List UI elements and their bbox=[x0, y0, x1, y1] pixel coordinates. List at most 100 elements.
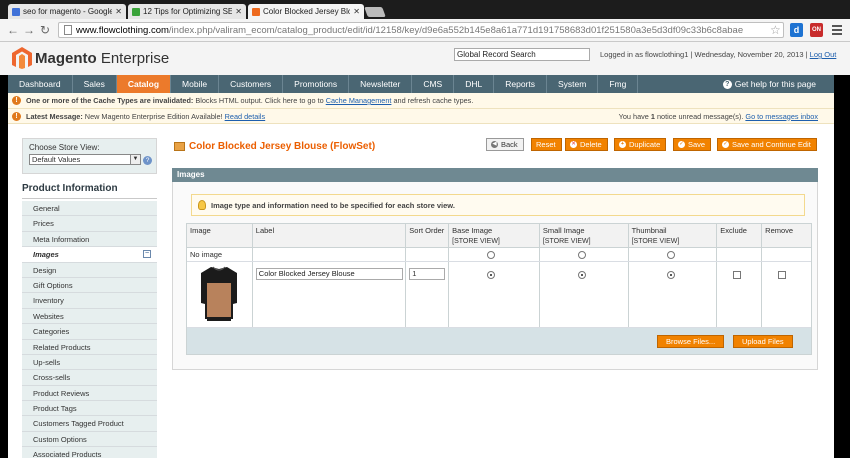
reload-icon[interactable]: ↻ bbox=[38, 23, 52, 37]
exclude-checkbox[interactable] bbox=[733, 271, 742, 279]
store-view-tag: [STORE VIEW] bbox=[631, 238, 680, 245]
base-cell bbox=[449, 262, 540, 327]
forward-arrow-icon[interactable]: → bbox=[22, 23, 36, 37]
tab-gift-options[interactable]: Gift Options bbox=[22, 277, 157, 294]
magento-logo[interactable]: Magento Enterprise bbox=[12, 47, 169, 69]
add-icon: + bbox=[619, 141, 626, 148]
tab-product-tags[interactable]: Product Tags bbox=[22, 401, 157, 417]
tab-prices[interactable]: Prices bbox=[22, 216, 157, 232]
small-image-radio[interactable] bbox=[577, 271, 586, 279]
thumbnail-radio-none[interactable] bbox=[666, 250, 675, 259]
save-continue-button[interactable]: ✓ Save and Continue Edit bbox=[717, 138, 817, 151]
tab-meta-information[interactable]: Meta Information bbox=[22, 231, 157, 248]
tab-associated-products[interactable]: Associated Products bbox=[22, 447, 157, 458]
close-icon[interactable]: ✕ bbox=[115, 7, 122, 16]
back-arrow-icon[interactable]: ← bbox=[6, 23, 20, 37]
browser-menu-icon[interactable] bbox=[832, 25, 842, 37]
help-icon[interactable]: ? bbox=[143, 156, 152, 165]
bookmark-star-icon[interactable]: ☆ bbox=[770, 23, 781, 37]
separator: | bbox=[805, 50, 808, 59]
unread-pre: You have bbox=[618, 111, 651, 121]
nav-promotions[interactable]: Promotions bbox=[283, 75, 350, 93]
nav-dhl[interactable]: DHL bbox=[454, 75, 495, 93]
tab-inventory[interactable]: Inventory bbox=[22, 293, 157, 309]
tab-categories[interactable]: Categories bbox=[22, 324, 157, 340]
tab-websites[interactable]: Websites bbox=[22, 308, 157, 325]
store-view-tag: [STORE VIEW] bbox=[542, 238, 591, 245]
thumbnail-radio[interactable] bbox=[666, 271, 675, 279]
tab-up-sells[interactable]: Up-sells bbox=[22, 354, 157, 371]
url-field[interactable]: www.flowclothing.com/index.php/valiram_e… bbox=[58, 22, 784, 38]
check-icon: ✓ bbox=[722, 141, 729, 148]
magento-favicon-icon bbox=[252, 7, 260, 16]
browse-files-button[interactable]: Browse Files... bbox=[657, 335, 725, 348]
tab-general[interactable]: General bbox=[22, 201, 157, 217]
red-extension-icon[interactable]: ON bbox=[810, 23, 823, 37]
browser-tab-2[interactable]: 12 Tips for Optimizing SE ✕ bbox=[128, 4, 246, 19]
nav-fmg[interactable]: Fmg bbox=[598, 75, 639, 93]
store-view-select[interactable]: Default Values ▼ bbox=[29, 154, 141, 165]
nav-sales[interactable]: Sales bbox=[73, 75, 117, 93]
cache-management-link[interactable]: Cache Management bbox=[326, 96, 392, 105]
tab-related-products[interactable]: Related Products bbox=[22, 339, 157, 355]
duplicate-button[interactable]: + Duplicate bbox=[614, 138, 667, 151]
nav-customers[interactable]: Customers bbox=[219, 75, 284, 93]
tab-customers-tagged-product[interactable]: Customers Tagged Product bbox=[22, 416, 157, 432]
nav-mobile[interactable]: Mobile bbox=[171, 75, 220, 93]
nav-newsletter[interactable]: Newsletter bbox=[349, 75, 413, 93]
small-no-image-cell bbox=[540, 248, 629, 261]
close-icon[interactable]: ✕ bbox=[235, 7, 242, 16]
help-link[interactable]: ? Get help for this page bbox=[722, 75, 834, 93]
base-image-radio-none[interactable] bbox=[487, 250, 496, 259]
remove-checkbox[interactable] bbox=[778, 271, 787, 279]
delete-button[interactable]: ✕ Delete bbox=[565, 138, 608, 151]
col-thumbnail: Thumbnail [STORE VIEW] bbox=[629, 224, 718, 247]
nav-catalog[interactable]: Catalog bbox=[116, 75, 172, 93]
col-base-image-label: Base Image bbox=[452, 226, 493, 235]
brand-name: Magento bbox=[35, 49, 97, 67]
thumb-cell bbox=[629, 262, 718, 327]
global-search-input[interactable]: Global Record Search bbox=[454, 48, 590, 61]
tab-cross-sells[interactable]: Cross-sells bbox=[22, 370, 157, 386]
tab-label: Color Blocked Jersey Blou bbox=[263, 7, 351, 16]
sort-order-input[interactable]: 1 bbox=[409, 268, 446, 280]
image-label-input[interactable]: Color Blocked Jersey Blouse bbox=[255, 268, 403, 280]
browser-tab-3[interactable]: Color Blocked Jersey Blou ✕ bbox=[248, 4, 364, 19]
notice-text: Blocks HTML output. Click here to go to bbox=[193, 96, 326, 105]
save-button[interactable]: ✓ Save bbox=[673, 138, 712, 151]
tab-product-reviews[interactable]: Product Reviews bbox=[22, 385, 157, 402]
reset-button[interactable]: Reset bbox=[531, 138, 562, 151]
plus-favicon-icon bbox=[132, 7, 140, 16]
back-button[interactable]: ◀ Back bbox=[486, 138, 524, 151]
notice-tail: and refresh cache types. bbox=[391, 96, 474, 105]
upload-files-button[interactable]: Upload Files bbox=[733, 335, 793, 348]
base-no-image-cell bbox=[449, 248, 540, 261]
tab-images[interactable]: Images − bbox=[22, 247, 157, 263]
logout-link[interactable]: Log Out bbox=[810, 50, 837, 59]
nav-dashboard[interactable]: Dashboard bbox=[8, 75, 73, 93]
new-tab-button[interactable] bbox=[364, 7, 386, 17]
read-details-link[interactable]: Read details bbox=[225, 112, 266, 121]
save-label: Save bbox=[688, 140, 706, 149]
page-title-text: Color Blocked Jersey Blouse (FlowSet) bbox=[189, 141, 376, 152]
store-view-label: Choose Store View: bbox=[29, 143, 100, 152]
sort-cell: 1 bbox=[406, 262, 450, 327]
page-title: Color Blocked Jersey Blouse (FlowSet) bbox=[174, 141, 375, 152]
tab-design[interactable]: Design bbox=[22, 262, 157, 278]
browser-tab-1[interactable]: seo for magento - Google ✕ bbox=[8, 4, 126, 19]
close-icon[interactable]: ✕ bbox=[353, 7, 360, 16]
product-info-title: Product Information bbox=[22, 181, 157, 199]
d-extension-icon[interactable]: d bbox=[790, 23, 803, 37]
nav-cms[interactable]: CMS bbox=[412, 75, 455, 93]
back-arrow-icon: ◀ bbox=[491, 141, 498, 148]
nav-system[interactable]: System bbox=[547, 75, 599, 93]
base-image-radio[interactable] bbox=[487, 271, 496, 279]
nav-reports[interactable]: Reports bbox=[494, 75, 547, 93]
chevron-down-icon: ▼ bbox=[130, 155, 140, 164]
tab-custom-options[interactable]: Custom Options bbox=[22, 431, 157, 448]
product-tabs: General Prices Meta Information Images −… bbox=[22, 201, 157, 458]
small-image-radio-none[interactable] bbox=[577, 250, 586, 259]
messages-inbox-link[interactable]: Go to messages inbox bbox=[745, 112, 818, 121]
images-section-body: Image type and information need to be sp… bbox=[172, 182, 818, 370]
product-thumbnail[interactable] bbox=[197, 265, 241, 325]
